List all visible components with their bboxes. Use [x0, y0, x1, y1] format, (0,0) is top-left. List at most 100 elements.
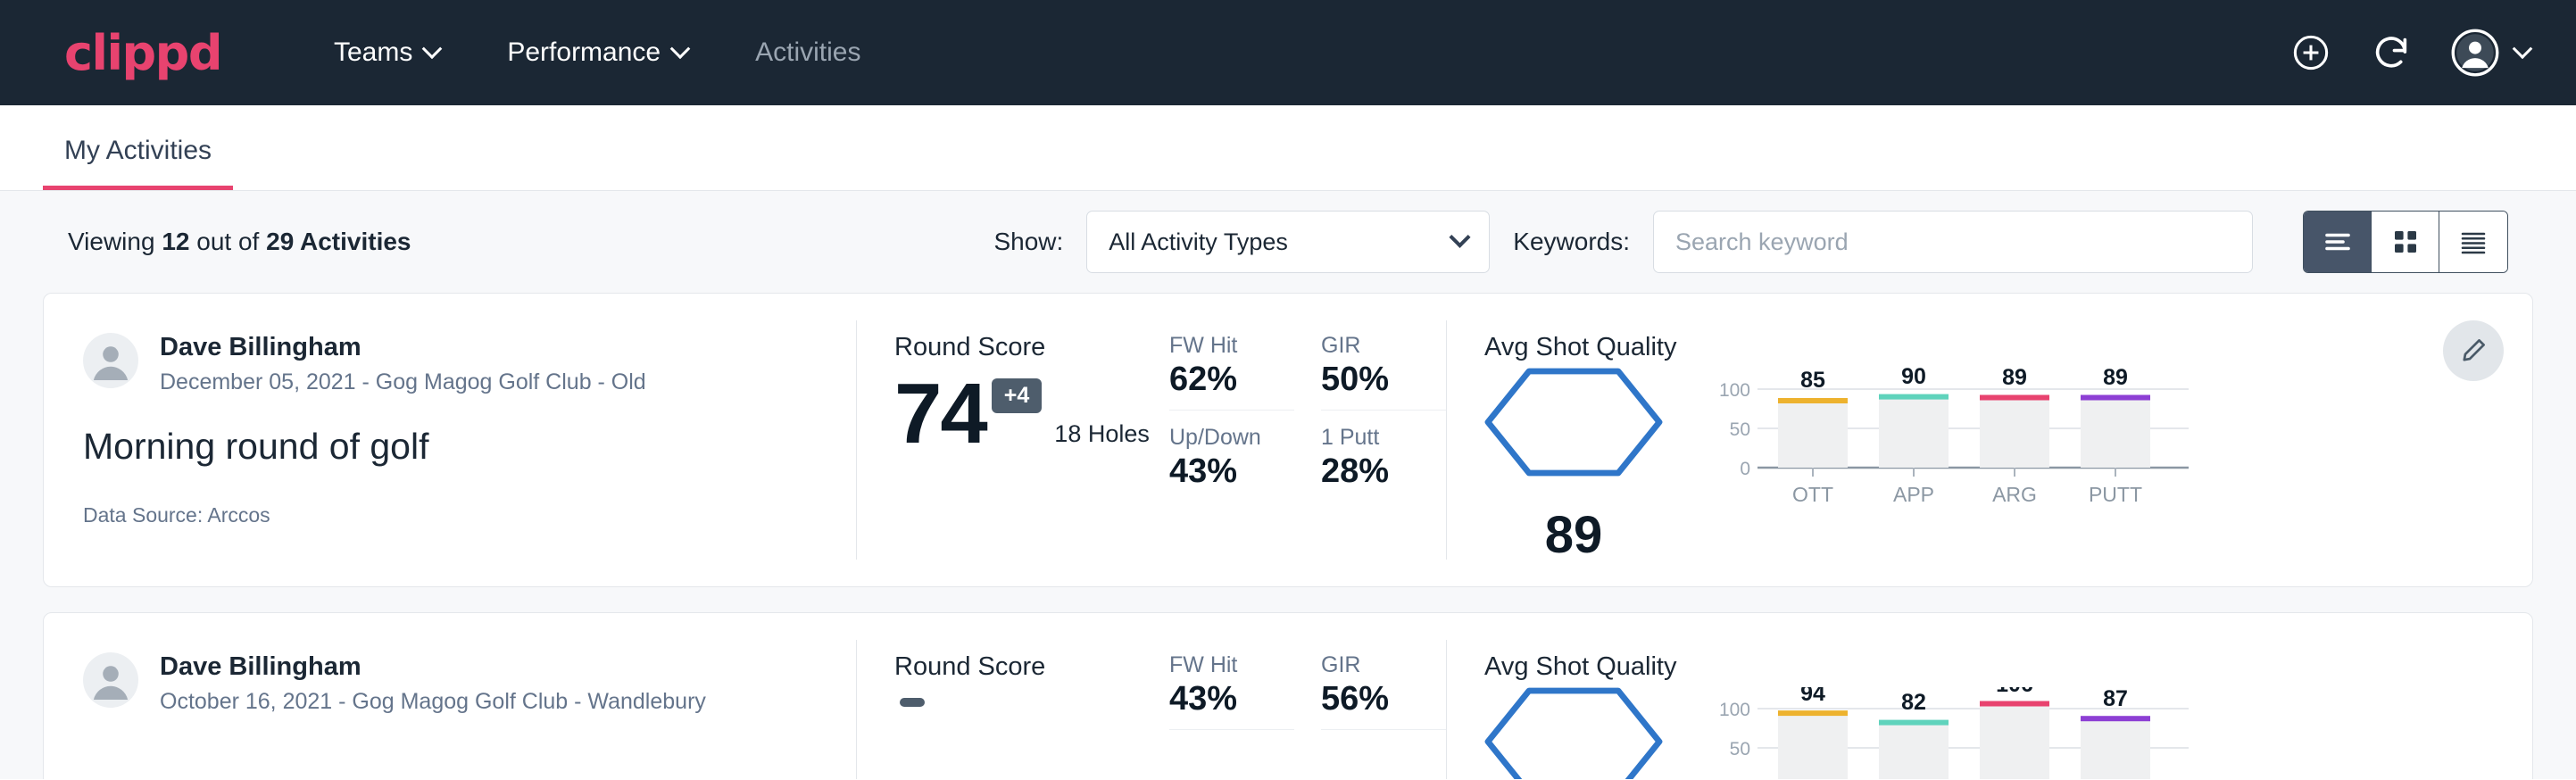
chevron-down-icon [422, 38, 443, 59]
y-tick-100: 100 [1719, 380, 1750, 401]
bar-track [1778, 713, 1848, 779]
stat-value: 43% [1169, 452, 1294, 491]
filter-toolbar: Viewing 12 out of 29 Activities Show: Al… [43, 191, 2533, 293]
shot-quality-label: Avg Shot Quality [1484, 333, 2532, 362]
bar-cap-ott [1778, 398, 1848, 403]
y-tick-0: 0 [1740, 459, 1750, 479]
round-score-value: 74 [894, 371, 986, 457]
tab-bar: My Activities [0, 105, 2576, 191]
activity-author: Dave Billingham October 16, 2021 - Gog M… [83, 652, 817, 715]
round-score-row [894, 691, 1169, 707]
stat-gir: GIR 56% [1321, 652, 1446, 730]
viewing-summary: Viewing 12 out of 29 Activities [68, 228, 411, 256]
activity-author: Dave Billingham December 05, 2021 - Gog … [83, 333, 817, 395]
bar-cap-ott [1778, 710, 1848, 716]
activity-title: Morning round of golf [83, 426, 817, 468]
stat-value: 43% [1169, 680, 1294, 718]
nav-item-teams[interactable]: Teams [300, 37, 473, 68]
round-score-label: Round Score [894, 333, 1169, 362]
tab-my-activities[interactable]: My Activities [43, 136, 233, 190]
bar-cap-app [1879, 720, 1949, 726]
top-navigation-bar: clippd Teams Performance Activities [0, 0, 2576, 105]
round-score-label: Round Score [894, 652, 1169, 682]
shot-quality-value: 89 [1484, 481, 1663, 590]
bar-value-arg: 106 [1996, 687, 2033, 697]
bar-cap-putt [2081, 395, 2150, 401]
round-stats: FW Hit 62% GIR 50% Up/Down 43% 1 Putt 28… [1169, 294, 1446, 586]
avatar [83, 333, 138, 388]
bar-value-putt: 87 [2103, 687, 2128, 711]
viewing-total: 29 Activities [266, 228, 411, 255]
y-tick-50: 50 [1730, 419, 1750, 440]
nav-item-performance-label: Performance [507, 37, 661, 68]
viewing-count: 12 [162, 228, 189, 255]
bar-value-ott: 94 [1800, 687, 1825, 706]
y-tick-0: 0 [1740, 778, 1750, 779]
viewing-prefix: Viewing [68, 228, 155, 255]
data-source: Data Source: Arccos [83, 503, 817, 527]
score-diff-badge: +4 [992, 378, 1043, 413]
shot-quality-chart: 100 50 0 94 OTT 82 APP 106 [1702, 687, 2532, 779]
author-name: Dave Billingham [160, 652, 706, 682]
stat-gir: GIR 50% [1321, 333, 1446, 411]
stat-up-down: Up/Down 43% [1169, 425, 1294, 491]
activity-card[interactable]: Dave Billingham December 05, 2021 - Gog … [43, 293, 2533, 587]
bar-track [1879, 723, 1949, 779]
nav-item-activities[interactable]: Activities [721, 37, 894, 68]
x-tick-ott: OTT [1792, 483, 1833, 506]
stat-value: 28% [1321, 452, 1446, 491]
round-score-section: Round Score 74 +4 18 Holes [857, 294, 1169, 586]
bar-value-arg: 89 [2002, 368, 2027, 390]
bar-value-ott: 85 [1800, 368, 1825, 393]
bar-track [1980, 704, 2049, 779]
primary-nav: Teams Performance Activities [300, 37, 894, 68]
shot-quality-body: 89 100 50 0 [1484, 368, 2532, 515]
view-toggle-group [2303, 211, 2508, 273]
shot-quality-section: Avg Shot Quality 100 50 [1447, 613, 2532, 779]
x-tick-arg: ARG [1992, 483, 2037, 506]
nav-item-teams-label: Teams [334, 37, 412, 68]
keywords-label: Keywords: [1513, 228, 1630, 256]
shot-quality-chart: 100 50 0 85 OTT 90 [1702, 368, 2532, 515]
chevron-down-icon [1450, 226, 1471, 247]
y-tick-50: 50 [1730, 739, 1750, 759]
shot-quality-section: Avg Shot Quality 89 [1447, 294, 2532, 586]
view-list-button[interactable] [2304, 212, 2372, 272]
view-compact-button[interactable] [2439, 212, 2507, 272]
nav-item-performance[interactable]: Performance [473, 37, 721, 68]
activity-card[interactable]: Dave Billingham October 16, 2021 - Gog M… [43, 612, 2533, 779]
refresh-icon[interactable] [2371, 32, 2412, 73]
stat-fw-hit: FW Hit 43% [1169, 652, 1294, 730]
view-grid-button[interactable] [2372, 212, 2439, 272]
edit-activity-button[interactable] [2443, 320, 2504, 381]
bar-chart-svg: 100 50 0 94 OTT 82 APP 106 [1702, 687, 2202, 779]
stat-label: GIR [1321, 652, 1446, 678]
round-score-section: Round Score [857, 613, 1169, 779]
shot-quality-body: 100 50 0 94 OTT 82 APP 106 [1484, 687, 2532, 779]
bar-cap-arg [1980, 701, 2049, 707]
round-stats: FW Hit 43% GIR 56% [1169, 613, 1446, 779]
activity-info: Dave Billingham December 05, 2021 - Gog … [44, 294, 856, 586]
filter-controls: Show: All Activity Types Keywords: [993, 211, 2508, 273]
chevron-down-icon [670, 38, 691, 59]
stat-label: Up/Down [1169, 425, 1294, 451]
chevron-down-icon [2513, 38, 2533, 59]
round-score-row: 74 +4 18 Holes [894, 371, 1169, 457]
account-avatar[interactable] [2451, 29, 2530, 77]
bar-chart-svg: 100 50 0 85 OTT 90 [1702, 368, 2202, 510]
activity-type-select[interactable]: All Activity Types [1086, 211, 1490, 273]
avatar [83, 652, 138, 708]
stat-label: FW Hit [1169, 652, 1294, 678]
stat-label: GIR [1321, 333, 1446, 359]
nav-item-activities-label: Activities [755, 37, 860, 68]
bar-track [1778, 401, 1848, 468]
y-tick-100: 100 [1719, 700, 1750, 720]
clippd-logo[interactable]: clippd [64, 25, 221, 81]
bar-value-app: 90 [1901, 368, 1926, 389]
stat-label: 1 Putt [1321, 425, 1446, 451]
activity-type-select-value: All Activity Types [1109, 228, 1288, 256]
activity-meta: October 16, 2021 - Gog Magog Golf Club -… [160, 689, 706, 715]
search-input[interactable] [1653, 211, 2253, 273]
x-tick-putt: PUTT [2089, 483, 2142, 506]
add-icon[interactable] [2290, 32, 2331, 73]
